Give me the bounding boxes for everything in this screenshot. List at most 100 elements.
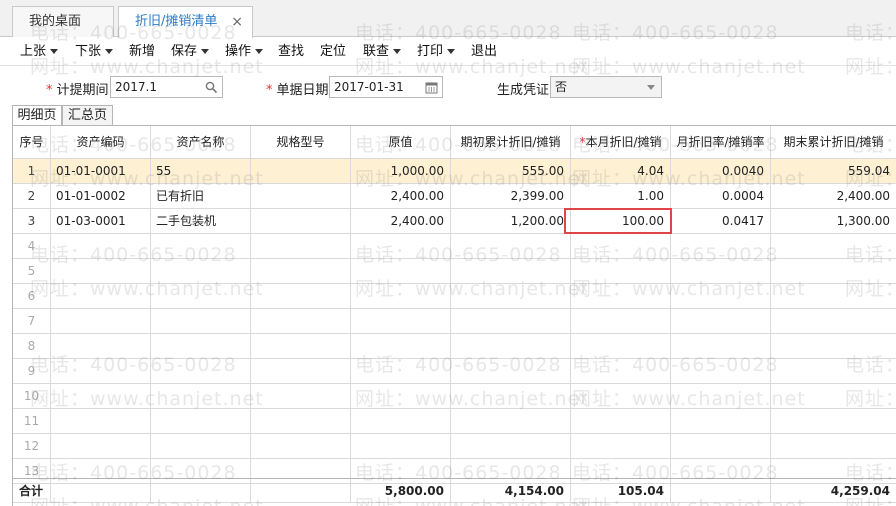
empty-cell[interactable]	[251, 259, 351, 283]
empty-cell[interactable]	[671, 309, 771, 333]
empty-cell[interactable]	[51, 434, 151, 458]
empty-cell[interactable]	[51, 309, 151, 333]
table-row[interactable]: 10	[13, 384, 896, 409]
empty-cell[interactable]	[571, 259, 671, 283]
empty-cell[interactable]	[251, 284, 351, 308]
tab-summary-page[interactable]: 汇总页	[62, 105, 113, 126]
original-value-cell[interactable]: 2,400.00	[351, 209, 451, 233]
period-field[interactable]: 2017.1	[110, 76, 223, 98]
empty-cell[interactable]	[351, 359, 451, 383]
table-row[interactable]: 8	[13, 334, 896, 359]
empty-cell[interactable]	[571, 334, 671, 358]
asset-code-cell[interactable]: 01-01-0001	[51, 159, 151, 183]
empty-cell[interactable]	[571, 284, 671, 308]
empty-cell[interactable]	[451, 409, 571, 433]
empty-cell[interactable]	[151, 434, 251, 458]
closing-depreciation-cell[interactable]: 559.04	[771, 159, 896, 183]
closing-depreciation-cell[interactable]: 1,300.00	[771, 209, 896, 233]
empty-cell[interactable]	[251, 309, 351, 333]
empty-cell[interactable]	[51, 409, 151, 433]
toolbar-print-button[interactable]: 打印	[417, 38, 456, 66]
empty-cell[interactable]	[51, 259, 151, 283]
empty-cell[interactable]	[671, 384, 771, 408]
tab-depreciation-list[interactable]: 折旧/摊销清单 ×	[118, 6, 253, 38]
empty-cell[interactable]	[771, 384, 896, 408]
date-field[interactable]: 2017-01-31	[329, 76, 443, 98]
table-row[interactable]: 6	[13, 284, 896, 309]
chevron-down-icon[interactable]	[647, 85, 655, 90]
empty-cell[interactable]	[771, 334, 896, 358]
empty-cell[interactable]	[451, 434, 571, 458]
empty-cell[interactable]	[351, 409, 451, 433]
monthly-depreciation-cell[interactable]: 1.00	[571, 184, 671, 208]
closing-depreciation-cell[interactable]: 2,400.00	[771, 184, 896, 208]
col-header-name[interactable]: 资产名称	[151, 126, 251, 158]
tab-detail-page[interactable]: 明细页	[12, 105, 62, 126]
empty-cell[interactable]	[51, 384, 151, 408]
asset-name-cell[interactable]: 二手包装机	[151, 209, 251, 233]
table-row[interactable]: 11	[13, 409, 896, 434]
empty-cell[interactable]	[151, 334, 251, 358]
empty-cell[interactable]	[771, 434, 896, 458]
empty-cell[interactable]	[451, 309, 571, 333]
empty-cell[interactable]	[251, 409, 351, 433]
spec-cell[interactable]	[251, 184, 351, 208]
empty-cell[interactable]	[451, 284, 571, 308]
table-row[interactable]: 9	[13, 359, 896, 384]
toolbar-locate-button[interactable]: 定位	[320, 38, 346, 66]
empty-cell[interactable]	[51, 284, 151, 308]
monthly-depreciation-cell[interactable]: 4.04	[571, 159, 671, 183]
col-header-spec[interactable]: 规格型号	[251, 126, 351, 158]
empty-cell[interactable]	[151, 409, 251, 433]
empty-cell[interactable]	[351, 434, 451, 458]
table-row[interactable]: 5	[13, 259, 896, 284]
empty-cell[interactable]	[771, 309, 896, 333]
empty-cell[interactable]	[671, 334, 771, 358]
opening-depreciation-cell[interactable]: 2,399.00	[451, 184, 571, 208]
empty-cell[interactable]	[571, 409, 671, 433]
table-row[interactable]: 1 01-01-0001 55 1,000.00 555.00 4.04 0.0…	[13, 159, 896, 184]
empty-cell[interactable]	[251, 334, 351, 358]
empty-cell[interactable]	[251, 359, 351, 383]
empty-cell[interactable]	[151, 259, 251, 283]
empty-cell[interactable]	[771, 284, 896, 308]
original-value-cell[interactable]: 2,400.00	[351, 184, 451, 208]
toolbar-next-button[interactable]: 下张	[75, 38, 114, 66]
empty-cell[interactable]	[351, 384, 451, 408]
empty-cell[interactable]	[671, 409, 771, 433]
table-row[interactable]: 4	[13, 234, 896, 259]
col-header-monthly[interactable]: *本月折旧/摊销	[571, 126, 671, 158]
search-icon[interactable]	[205, 81, 218, 94]
col-header-code[interactable]: 资产编码	[51, 126, 151, 158]
table-row[interactable]: 3 01-03-0001 二手包装机 2,400.00 1,200.00 100…	[13, 209, 896, 234]
empty-cell[interactable]	[251, 384, 351, 408]
empty-cell[interactable]	[351, 284, 451, 308]
asset-name-cell[interactable]: 已有折旧	[151, 184, 251, 208]
rate-cell[interactable]: 0.0417	[671, 209, 771, 233]
empty-cell[interactable]	[51, 334, 151, 358]
original-value-cell[interactable]: 1,000.00	[351, 159, 451, 183]
empty-cell[interactable]	[151, 309, 251, 333]
empty-cell[interactable]	[51, 234, 151, 258]
empty-cell[interactable]	[151, 284, 251, 308]
toolbar-save-button[interactable]: 保存	[171, 38, 210, 66]
spec-cell[interactable]	[251, 209, 351, 233]
empty-cell[interactable]	[571, 434, 671, 458]
opening-depreciation-cell[interactable]: 555.00	[451, 159, 571, 183]
empty-cell[interactable]	[671, 284, 771, 308]
empty-cell[interactable]	[771, 409, 896, 433]
empty-cell[interactable]	[351, 334, 451, 358]
col-header-opening[interactable]: 期初累计折旧/摊销	[451, 126, 571, 158]
table-row[interactable]: 2 01-01-0002 已有折旧 2,400.00 2,399.00 1.00…	[13, 184, 896, 209]
empty-cell[interactable]	[671, 259, 771, 283]
col-header-closing[interactable]: 期末累计折旧/摊销	[771, 126, 896, 158]
toolbar-find-button[interactable]: 查找	[278, 38, 304, 66]
col-header-original[interactable]: 原值	[351, 126, 451, 158]
empty-cell[interactable]	[451, 384, 571, 408]
asset-code-cell[interactable]: 01-03-0001	[51, 209, 151, 233]
asset-code-cell[interactable]: 01-01-0002	[51, 184, 151, 208]
table-row[interactable]: 12	[13, 434, 896, 459]
toolbar-prev-button[interactable]: 上张	[20, 38, 59, 66]
calendar-icon[interactable]	[425, 81, 438, 94]
empty-cell[interactable]	[671, 234, 771, 258]
